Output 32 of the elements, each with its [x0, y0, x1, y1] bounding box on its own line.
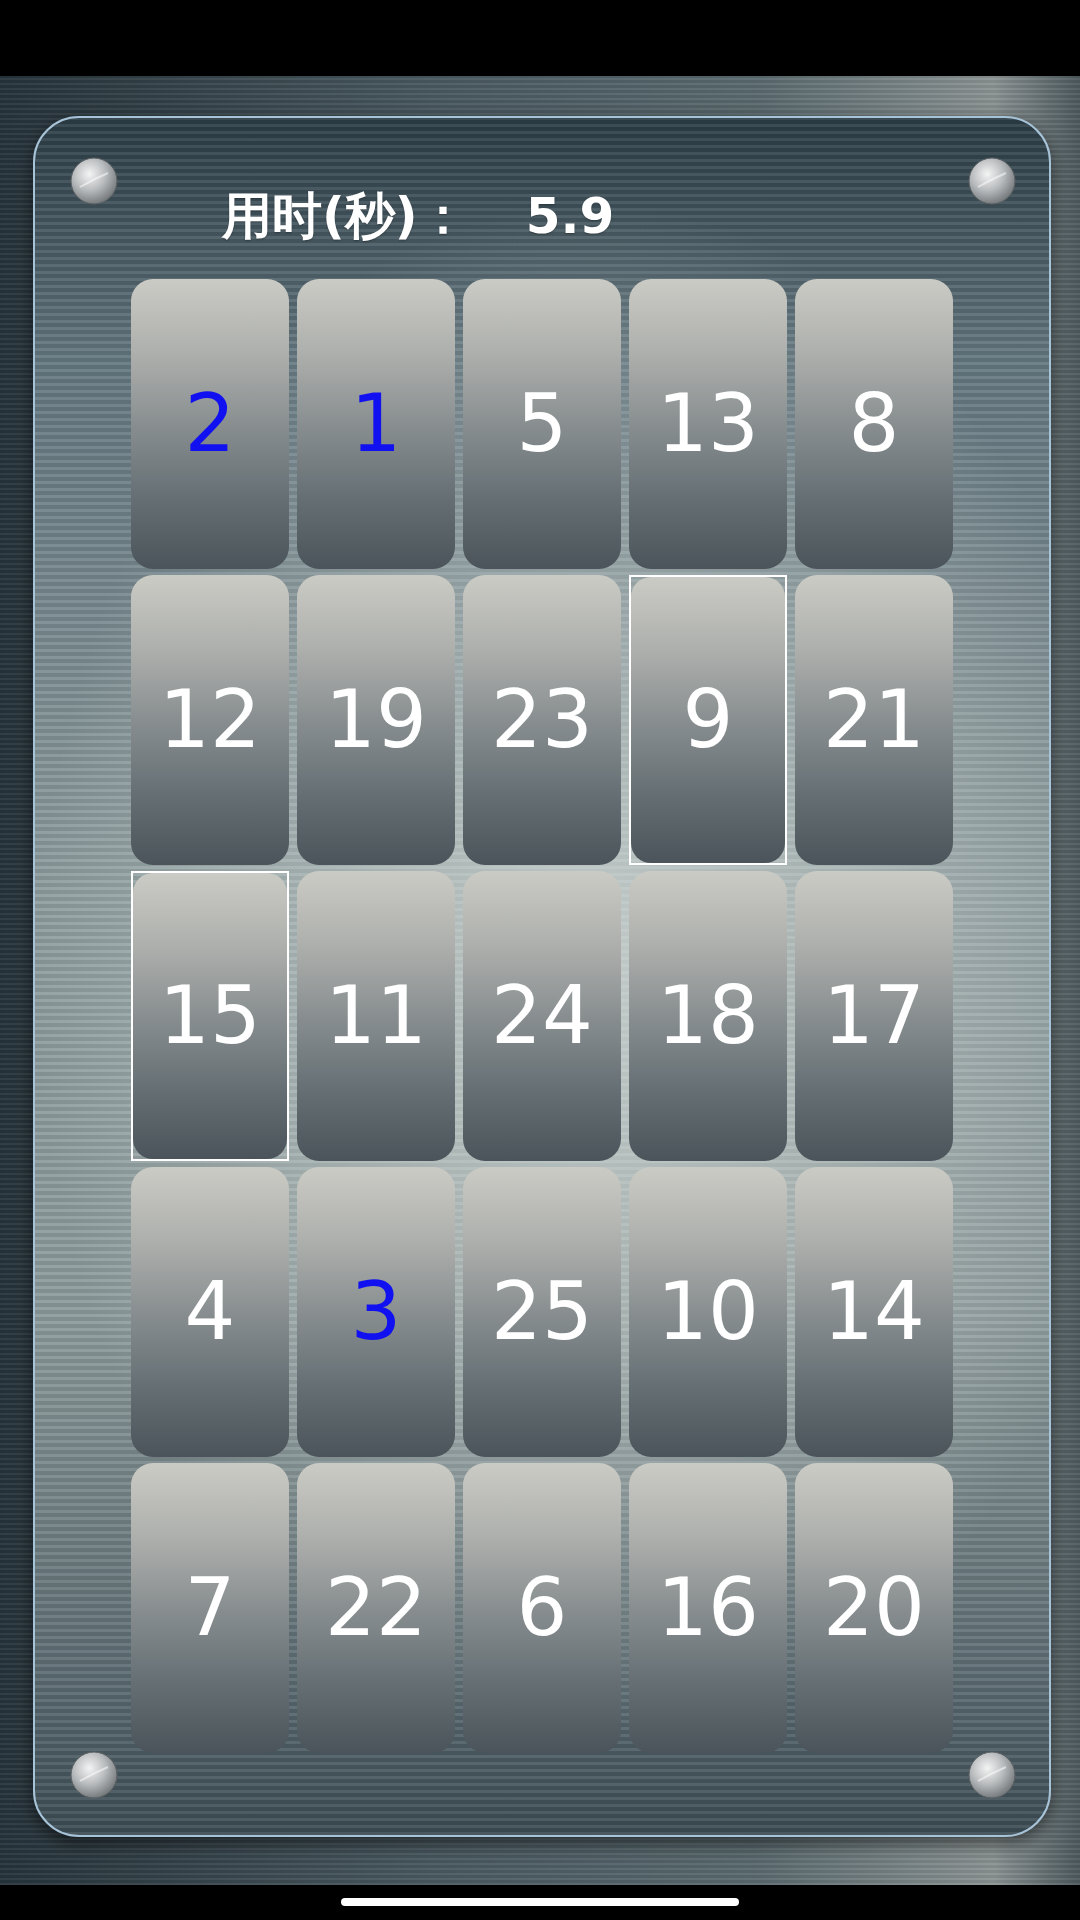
- number-tile[interactable]: 14: [795, 1167, 953, 1457]
- number-tile[interactable]: 13: [629, 279, 787, 569]
- number-tile[interactable]: 11: [297, 871, 455, 1161]
- number-tile[interactable]: 7: [131, 1463, 289, 1753]
- number-tile[interactable]: 2: [131, 279, 289, 569]
- number-tile[interactable]: 10: [629, 1167, 787, 1457]
- timer-label: 用时(秒)：: [222, 187, 468, 245]
- number-tile[interactable]: 20: [795, 1463, 953, 1753]
- home-indicator[interactable]: [341, 1898, 739, 1906]
- number-tile[interactable]: 6: [463, 1463, 621, 1753]
- number-tile[interactable]: 9: [629, 575, 787, 865]
- number-tile[interactable]: 22: [297, 1463, 455, 1753]
- number-tile[interactable]: 18: [629, 871, 787, 1161]
- number-tile[interactable]: 5: [463, 279, 621, 569]
- number-tile[interactable]: 25: [463, 1167, 621, 1457]
- number-tile[interactable]: 3: [297, 1167, 455, 1457]
- number-tile[interactable]: 21: [795, 575, 953, 865]
- screw-icon: [968, 1751, 1016, 1799]
- number-tile[interactable]: 19: [297, 575, 455, 865]
- number-tile[interactable]: 24: [463, 871, 621, 1161]
- number-tile[interactable]: 23: [463, 575, 621, 865]
- number-tile[interactable]: 16: [629, 1463, 787, 1753]
- number-tile[interactable]: 17: [795, 871, 953, 1161]
- screw-icon: [968, 157, 1016, 205]
- number-tile[interactable]: 8: [795, 279, 953, 569]
- number-tile[interactable]: 4: [131, 1167, 289, 1457]
- number-tile[interactable]: 12: [131, 575, 289, 865]
- number-tile[interactable]: 15: [131, 871, 289, 1161]
- screw-icon: [70, 1751, 118, 1799]
- timer-value: 5.9: [525, 187, 615, 245]
- screw-icon: [70, 157, 118, 205]
- number-tile[interactable]: 1: [297, 279, 455, 569]
